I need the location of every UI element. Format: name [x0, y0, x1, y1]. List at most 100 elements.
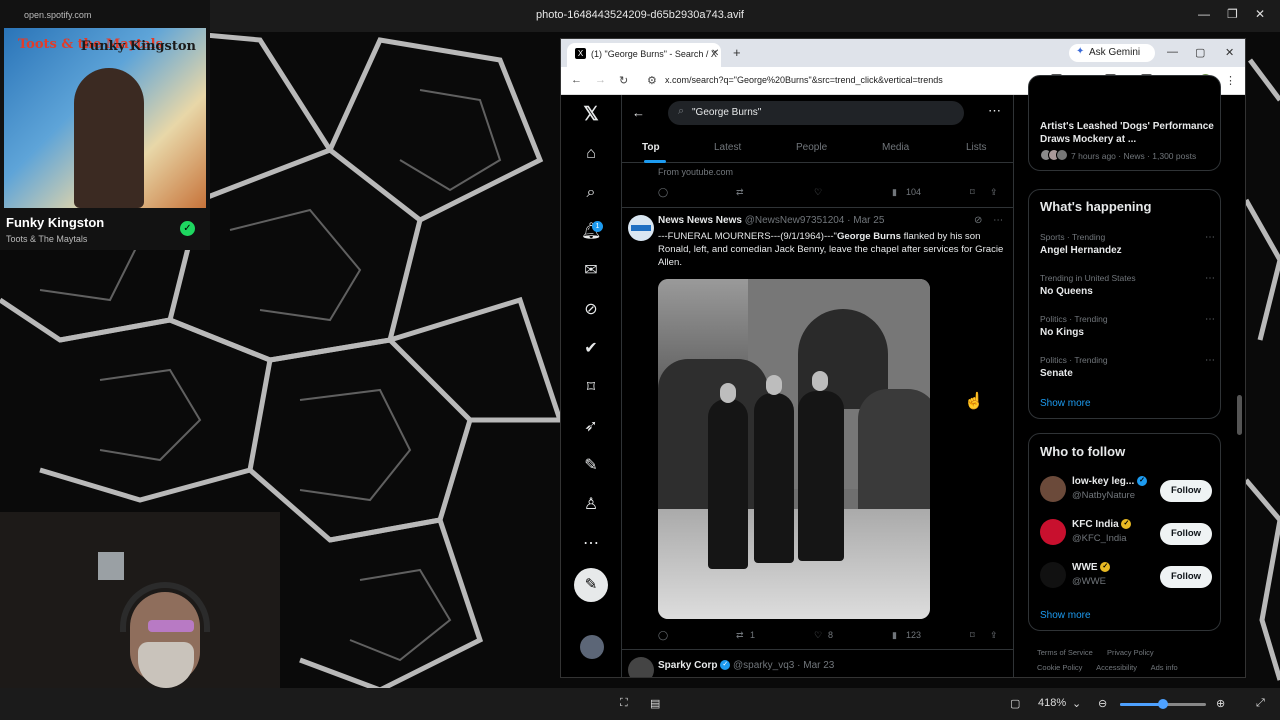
reply-icon[interactable]: ◯ — [658, 187, 668, 198]
like-icon[interactable]: ♡ — [814, 187, 822, 198]
trend-more-icon[interactable]: ⋯ — [1205, 314, 1215, 325]
minimize-icon[interactable]: — — [1198, 7, 1210, 21]
trend-more-icon[interactable]: ⋯ — [1205, 355, 1215, 366]
grok-icon[interactable]: ⊘ — [581, 300, 601, 320]
premium-icon[interactable]: ✔ — [581, 339, 601, 359]
footer-link[interactable]: Accessibility — [1096, 663, 1137, 672]
footer-link[interactable]: Cookie Policy — [1037, 663, 1082, 672]
footer-link[interactable]: Terms of Service — [1037, 648, 1093, 657]
fullscreen-icon[interactable]: ⤢ — [1256, 697, 1265, 710]
repost-icon[interactable]: ⇄ — [736, 187, 744, 198]
share-icon[interactable]: ⇪ — [990, 630, 998, 641]
tweet-more-icon[interactable]: ⋯ — [993, 215, 1003, 226]
browser-maximize-icon[interactable]: ▢ — [1195, 46, 1205, 59]
ask-gemini-button[interactable]: ✦ Ask Gemini — [1069, 44, 1155, 62]
show-more-link[interactable]: Show more — [1040, 610, 1091, 621]
trend-item[interactable]: Trending in United States No Queens ⋯ — [1040, 273, 1215, 297]
crop-icon[interactable]: ⛶ — [620, 697, 628, 710]
zoom-slider[interactable] — [1120, 699, 1206, 709]
follow-button[interactable]: Follow — [1160, 566, 1212, 588]
forward-icon[interactable]: → — [595, 74, 606, 86]
follow-suggestion[interactable]: KFC India ✓ @KFC_India Follow — [1040, 515, 1215, 551]
trend-item[interactable]: Sports · Trending Angel Hernandez ⋯ — [1040, 232, 1215, 256]
more-circle-icon[interactable]: ⋯ — [581, 534, 601, 554]
url-field[interactable]: x.com/search?q="George%20Burns"&src=tren… — [665, 75, 943, 85]
repost-icon[interactable]: ⇄ — [736, 630, 744, 641]
browser-close-icon[interactable]: ✕ — [1225, 46, 1234, 59]
close-icon[interactable]: ✕ — [1255, 7, 1265, 21]
tweet-author-handle[interactable]: @NewsNew97351204 — [745, 215, 845, 226]
follow-button[interactable]: Follow — [1160, 480, 1212, 502]
tweet-date[interactable]: Mar 25 — [853, 215, 884, 226]
next-tweet-date[interactable]: Mar 23 — [803, 660, 834, 671]
next-tweet-avatar[interactable] — [628, 657, 654, 677]
link-source[interactable]: From youtube.com — [658, 167, 733, 177]
footer-link[interactable]: Privacy Policy — [1107, 648, 1154, 657]
chevron-down-icon[interactable]: ⌄ — [1072, 697, 1081, 710]
home-icon[interactable]: ⌂ — [581, 144, 601, 164]
saved-check-icon[interactable]: ✓ — [180, 221, 195, 236]
messages-icon[interactable]: ✉ — [581, 261, 601, 281]
new-tab-icon[interactable]: + — [733, 45, 741, 60]
news-card[interactable]: Artist's Leashed 'Dogs' Performance Draw… — [1028, 75, 1221, 171]
fit-icon[interactable]: ▢ — [1010, 697, 1020, 710]
show-more-link[interactable]: Show more — [1040, 398, 1091, 409]
suggestion-name[interactable]: WWE ✓ — [1072, 562, 1111, 573]
like-icon[interactable]: ♡ — [814, 630, 822, 641]
page-scrollbar[interactable] — [1237, 155, 1243, 675]
back-icon[interactable]: ← — [571, 74, 582, 86]
track-artist[interactable]: Toots & The Maytals — [6, 234, 87, 244]
articles-icon[interactable]: ✎ — [581, 456, 601, 476]
search-input[interactable]: ⌕ "George Burns" — [668, 101, 964, 125]
trend-more-icon[interactable]: ⋯ — [1205, 273, 1215, 284]
text-recognize-icon[interactable]: ▤ — [650, 697, 660, 710]
post-button[interactable]: ✎ — [574, 568, 608, 602]
trend-more-icon[interactable]: ⋯ — [1205, 232, 1215, 243]
back-arrow-icon[interactable]: ← — [632, 105, 645, 120]
tab-latest[interactable]: Latest — [714, 142, 741, 153]
zoom-level[interactable]: 418% — [1038, 697, 1066, 709]
browser-minimize-icon[interactable]: — — [1167, 46, 1178, 58]
suggestion-avatar[interactable] — [1040, 476, 1066, 502]
track-title[interactable]: Funky Kingston — [6, 215, 104, 230]
zoom-in-icon[interactable]: ⊕ — [1216, 697, 1225, 710]
follow-button[interactable]: Follow — [1160, 523, 1212, 545]
explore-search-icon[interactable]: ⌕ — [581, 183, 601, 203]
share-icon[interactable]: ⇪ — [990, 187, 998, 198]
bookmark-icon[interactable]: ⌑ — [970, 187, 975, 198]
reload-icon[interactable]: ↻ — [619, 74, 628, 87]
maximize-icon[interactable]: ❐ — [1227, 7, 1238, 21]
tab-people[interactable]: People — [796, 142, 827, 153]
suggestion-handle[interactable]: @KFC_India — [1072, 533, 1127, 544]
bookmarks-icon[interactable]: ⌑ — [581, 378, 601, 398]
news-title[interactable]: Artist's Leashed 'Dogs' Performance Draw… — [1040, 120, 1215, 146]
suggestion-handle[interactable]: @WWE — [1072, 576, 1106, 587]
tweet-author-name[interactable]: News News News — [658, 215, 742, 226]
trend-item[interactable]: Politics · Trending Senate ⋯ — [1040, 355, 1215, 379]
footer-link[interactable]: Ads info — [1151, 663, 1178, 672]
zoom-out-icon[interactable]: ⊖ — [1098, 697, 1107, 710]
account-avatar[interactable] — [580, 635, 604, 659]
suggestion-avatar[interactable] — [1040, 562, 1066, 588]
site-info-icon[interactable]: ⚙ — [647, 74, 657, 87]
views-icon[interactable]: ▮ — [892, 187, 897, 198]
tab-media[interactable]: Media — [882, 142, 909, 153]
suggestion-handle[interactable]: @NatbyNature — [1072, 490, 1135, 501]
suggestion-avatar[interactable] — [1040, 519, 1066, 545]
follow-suggestion[interactable]: WWE ✓ @WWE Follow — [1040, 558, 1215, 594]
tweet-photo[interactable] — [658, 279, 930, 619]
views-icon[interactable]: ▮ — [892, 630, 897, 641]
trend-item[interactable]: Politics · Trending No Kings ⋯ — [1040, 314, 1215, 338]
scrollbar-thumb[interactable] — [1237, 395, 1242, 435]
business-rocket-icon[interactable]: ➶ — [581, 417, 601, 437]
search-more-icon[interactable]: ⋯ — [988, 103, 1001, 119]
tab-close-icon[interactable]: ✕ — [711, 48, 719, 59]
x-logo-icon[interactable]: 𝕏 — [581, 105, 601, 125]
zoom-slider-knob[interactable] — [1158, 699, 1168, 709]
grok-explain-icon[interactable]: ⊘ — [974, 215, 982, 226]
next-tweet-handle[interactable]: @sparky_vq3 — [733, 660, 794, 671]
tweet-avatar[interactable] — [628, 215, 654, 241]
bookmark-icon[interactable]: ⌑ — [970, 630, 975, 641]
browser-menu-icon[interactable]: ⋮ — [1225, 74, 1236, 87]
profile-icon[interactable]: ♙ — [581, 495, 601, 515]
